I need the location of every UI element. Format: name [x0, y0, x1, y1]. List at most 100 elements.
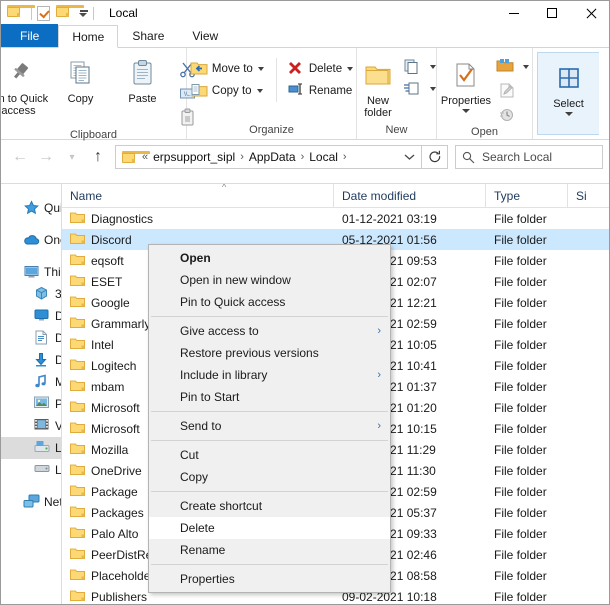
chevron-right-icon-3[interactable]: › — [342, 151, 348, 163]
minimize-button[interactable] — [495, 1, 533, 25]
sidebar-label: Downloads — [55, 353, 61, 367]
menu-item-label: Properties — [180, 572, 235, 586]
file-name-label: Placeholder — [91, 568, 155, 583]
open-with-button[interactable] — [494, 56, 531, 78]
sidebar-item-3d-objects[interactable]: 3D Objects — [1, 283, 61, 305]
menu-item-create-shortcut[interactable]: Create shortcut — [149, 495, 390, 517]
type-cell: File folder — [494, 232, 547, 247]
table-row[interactable]: Diagnostics 01-12-2021 03:19 File folder — [62, 208, 609, 229]
pin-to-quick-access-button[interactable]: Pin to Quickaccess — [1, 52, 50, 117]
properties-label: Properties — [440, 95, 492, 107]
column-header-type[interactable]: Type — [486, 184, 568, 208]
menu-item-pin-to-start[interactable]: Pin to Start — [149, 386, 390, 408]
menu-item-open-in-new-window[interactable]: Open in new window — [149, 269, 390, 291]
new-item-button[interactable] — [401, 56, 438, 78]
copy-to-button[interactable]: Copy to — [186, 80, 268, 102]
forward-button[interactable]: → — [33, 144, 59, 170]
column-header-size[interactable]: Si — [568, 184, 608, 208]
column-header-date-modified[interactable]: Date modified — [334, 184, 486, 208]
ribbon-group-select[interactable]: Select — [537, 52, 599, 135]
menu-item-pin-to-quick-access[interactable]: Pin to Quick access — [149, 291, 390, 313]
menu-item-rename[interactable]: Rename — [149, 539, 390, 561]
move-to-button[interactable]: Move to — [186, 58, 268, 80]
copy-button[interactable]: Copy — [50, 52, 112, 105]
select-button[interactable]: Select — [542, 57, 596, 116]
menu-separator — [151, 564, 388, 565]
sidebar-item-quick-access[interactable]: Quick access — [1, 197, 61, 219]
address-dropdown-button[interactable] — [399, 146, 419, 168]
breadcrumb-local[interactable]: Local — [305, 148, 342, 166]
chevron-right-icon: › — [377, 325, 381, 337]
easy-access-button[interactable] — [401, 78, 438, 100]
menu-item-give-access-to[interactable]: Give access to › — [149, 320, 390, 342]
divider — [31, 6, 32, 20]
tab-share[interactable]: Share — [118, 24, 178, 47]
chevron-down-icon[interactable] — [77, 9, 88, 17]
type-cell: File folder — [494, 526, 547, 541]
menu-item-include-in-library[interactable]: Include in library › — [149, 364, 390, 386]
file-name-cell[interactable]: Diagnostics — [62, 211, 334, 227]
breadcrumb-appdata[interactable]: AppData — [245, 148, 300, 166]
breadcrumb-user[interactable]: erpsupport_sipl — [149, 148, 239, 166]
sidebar-item-downloads[interactable]: Downloads — [1, 349, 61, 371]
new-folder-icon[interactable] — [56, 5, 84, 21]
menu-item-properties[interactable]: Properties — [149, 568, 390, 590]
column-header-name[interactable]: Name ^ — [62, 184, 334, 208]
sidebar-item-onedrive[interactable]: OneDrive — [1, 229, 61, 251]
properties-icon[interactable] — [37, 5, 50, 21]
file-name-label: Mozilla — [91, 442, 129, 457]
up-button[interactable]: ↑ — [85, 144, 111, 170]
new-folder-button[interactable]: New folder — [355, 54, 401, 119]
chevron-down-icon[interactable] — [257, 67, 264, 71]
sidebar-item-pictures[interactable]: Pictures — [1, 393, 61, 415]
sidebar-item-desktop[interactable]: Desktop — [1, 305, 61, 327]
sidebar-item-documents[interactable]: Documents — [1, 327, 61, 349]
delete-button[interactable]: Delete — [283, 58, 357, 80]
history-icon[interactable] — [494, 102, 518, 126]
folder-icon — [70, 316, 85, 332]
tab-view[interactable]: View — [178, 24, 232, 47]
tab-home[interactable]: Home — [58, 25, 119, 48]
menu-item-restore-previous-versions[interactable]: Restore previous versions — [149, 342, 390, 364]
menu-item-delete[interactable]: Delete — [149, 517, 390, 539]
type-cell: File folder — [494, 316, 547, 331]
menu-item-copy[interactable]: Copy — [149, 466, 390, 488]
file-name-label: Publishers — [91, 589, 148, 604]
chevron-down-icon-2[interactable] — [256, 89, 263, 93]
sidebar-item-videos[interactable]: Videos — [1, 415, 61, 437]
sidebar-label: Pictures — [55, 397, 61, 411]
file-name-label: Palo Alto — [91, 526, 139, 541]
folder-icon — [70, 232, 85, 248]
menu-item-cut[interactable]: Cut — [149, 444, 390, 466]
sidebar-item-this-pc[interactable]: This PC — [1, 261, 61, 283]
address-input[interactable]: « erpsupport_sipl › AppData › Local › — [115, 145, 422, 169]
menu-item-label: Give access to — [180, 324, 259, 338]
search-input[interactable]: Search Local — [455, 145, 603, 169]
maximize-button[interactable] — [533, 1, 571, 25]
rename-button[interactable]: Rename — [283, 80, 357, 102]
type-cell: File folder — [494, 505, 547, 520]
copy-to-icon — [190, 82, 208, 100]
sidebar-item-local-disk-c[interactable]: Local Disk (C:) — [1, 437, 61, 459]
properties-button[interactable]: Properties — [438, 54, 494, 113]
chevron-down-icon-7[interactable] — [523, 65, 529, 69]
chevron-down-icon-6[interactable] — [462, 109, 470, 113]
sidebar-item-local-disk-d[interactable]: Local Disk (D:) — [1, 459, 61, 481]
edit-icon[interactable] — [494, 78, 518, 102]
file-name-label: eqsoft — [91, 253, 124, 268]
folder-icon — [70, 526, 85, 542]
menu-item-open[interactable]: Open — [149, 247, 390, 269]
tab-file[interactable]: File — [1, 24, 59, 47]
sidebar-item-music[interactable]: Music — [1, 371, 61, 393]
folder-icon[interactable] — [7, 5, 35, 21]
sidebar-item-network[interactable]: Network — [1, 491, 61, 513]
close-button[interactable] — [571, 1, 609, 25]
delete-icon — [287, 60, 305, 78]
refresh-button[interactable] — [422, 145, 448, 169]
back-button[interactable]: ← — [7, 144, 33, 170]
paste-button[interactable]: Paste — [112, 52, 174, 105]
chevron-down-icon-8[interactable] — [564, 112, 573, 116]
recent-locations-button[interactable]: ▾ — [59, 144, 85, 170]
menu-item-send-to[interactable]: Send to › — [149, 415, 390, 437]
context-menu[interactable]: Open Open in new window Pin to Quick acces… — [148, 244, 391, 593]
